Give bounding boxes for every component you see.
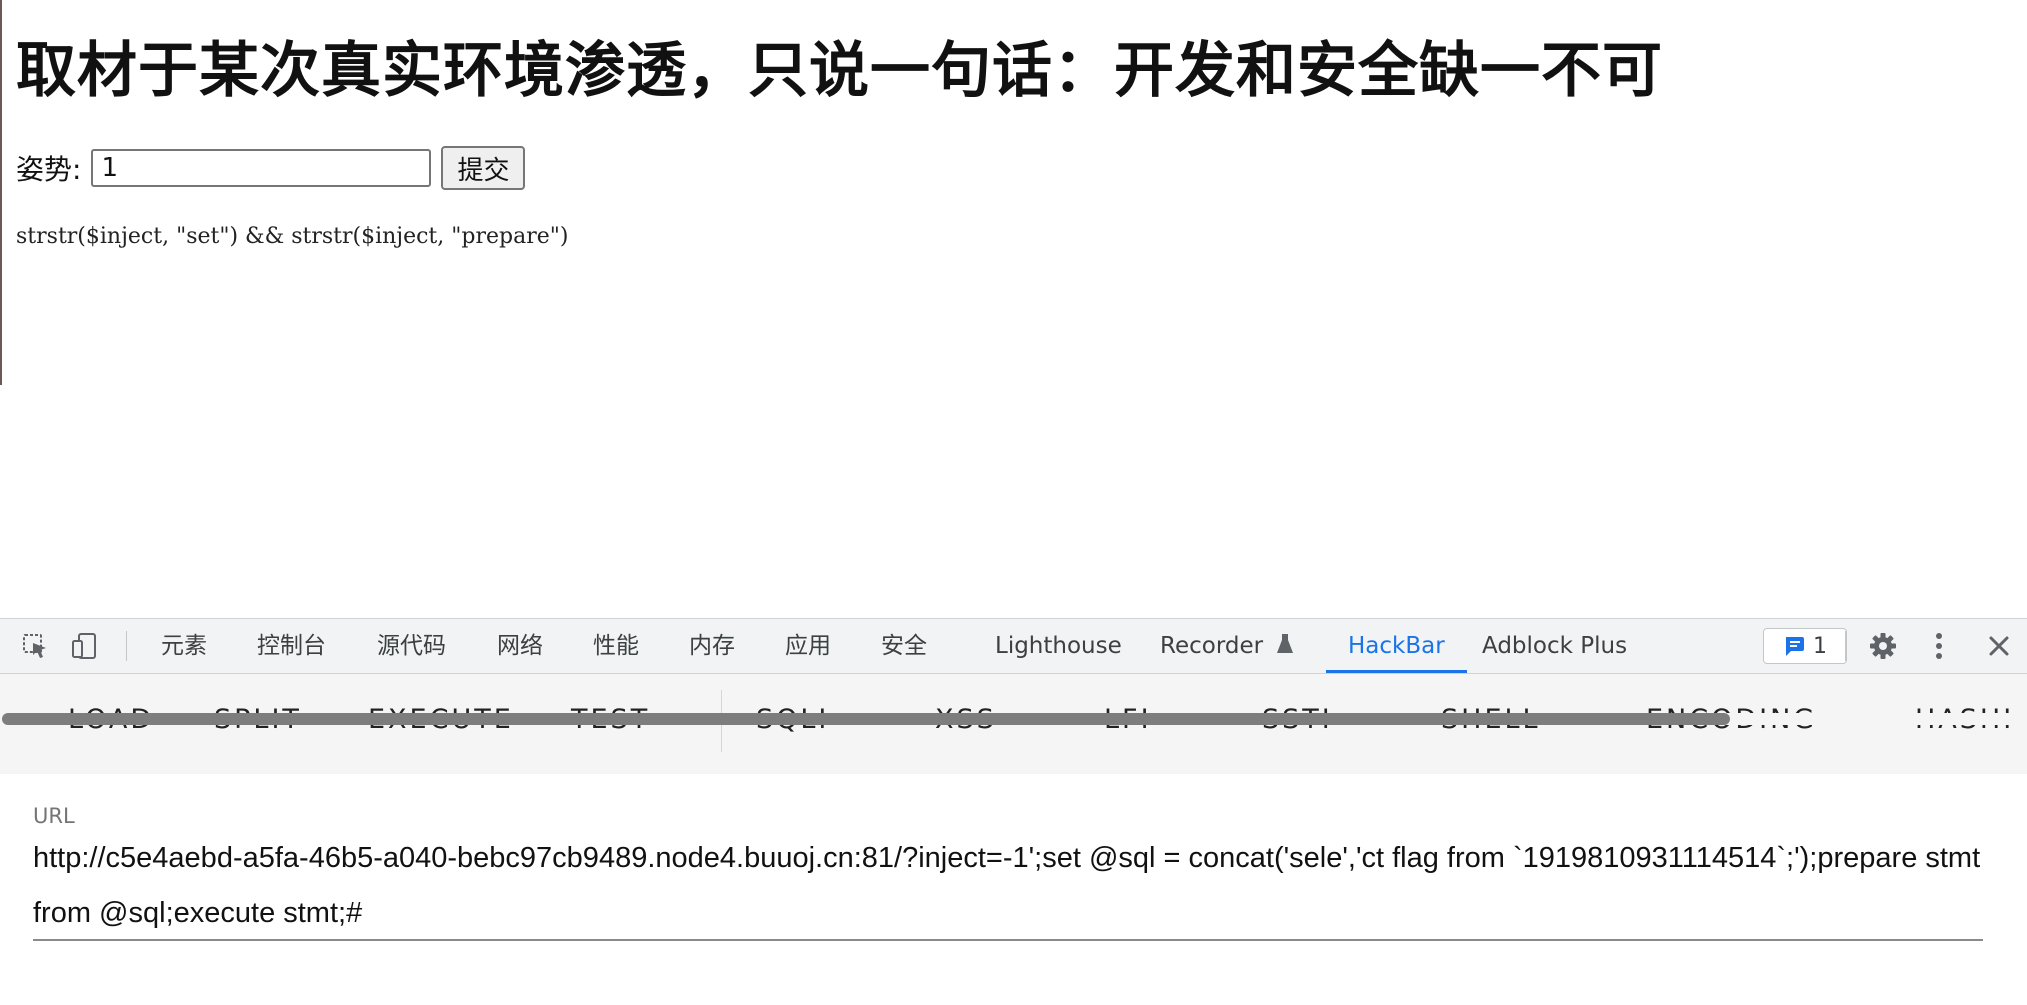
form-label: 姿势: bbox=[16, 153, 82, 186]
url-label: URL bbox=[33, 804, 75, 828]
devtools-panel: 元素 控制台 源代码 网络 性能 内存 应用 安全 Lighthouse Rec… bbox=[0, 618, 2027, 1005]
tab-network[interactable]: 网络 bbox=[497, 619, 543, 673]
device-toggle-icon[interactable] bbox=[70, 631, 100, 661]
devtools-tabbar: 元素 控制台 源代码 网络 性能 内存 应用 安全 Lighthouse Rec… bbox=[0, 619, 2027, 674]
tab-adblock-plus[interactable]: Adblock Plus bbox=[1482, 619, 1627, 673]
tab-performance[interactable]: 性能 bbox=[593, 619, 639, 673]
close-icon[interactable] bbox=[1984, 631, 2014, 661]
issues-badge[interactable]: 1 bbox=[1763, 628, 1847, 664]
filter-code-hint: strstr($inject, "set") && strstr($inject… bbox=[16, 224, 569, 249]
url-textarea[interactable]: http://c5e4aebd-a5fa-46b5-a040-bebc97cb9… bbox=[33, 831, 1983, 941]
issues-icon bbox=[1786, 637, 1804, 656]
tab-elements[interactable]: 元素 bbox=[161, 619, 207, 673]
toolbar-scrollbar-thumb[interactable] bbox=[2, 713, 1730, 725]
more-icon[interactable] bbox=[1924, 631, 1954, 661]
window-edge bbox=[0, 0, 2, 385]
tab-security[interactable]: 安全 bbox=[881, 619, 927, 673]
tab-console[interactable]: 控制台 bbox=[257, 619, 326, 673]
page-content: 取材于某次真实环境渗透，只说一句话：开发和安全缺一不可 姿势: 提交 strst… bbox=[16, 0, 2006, 618]
flask-icon bbox=[1277, 634, 1294, 653]
gear-icon[interactable] bbox=[1868, 631, 1898, 661]
issues-count: 1 bbox=[1813, 633, 1827, 659]
inject-form: 姿势: 提交 bbox=[16, 146, 526, 190]
submit-button[interactable]: 提交 bbox=[441, 146, 526, 190]
inject-input[interactable] bbox=[91, 149, 432, 187]
tab-hackbar[interactable]: HackBar bbox=[1326, 619, 1467, 673]
tab-recorder-label: Recorder bbox=[1160, 633, 1264, 659]
tab-application[interactable]: 应用 bbox=[785, 619, 831, 673]
tab-lighthouse[interactable]: Lighthouse bbox=[995, 619, 1122, 673]
tab-sources[interactable]: 源代码 bbox=[377, 619, 446, 673]
page: 取材于某次真实环境渗透，只说一句话：开发和安全缺一不可 姿势: 提交 strst… bbox=[0, 0, 2027, 1005]
tab-recorder[interactable]: Recorder bbox=[1160, 619, 1294, 673]
page-title: 取材于某次真实环境渗透，只说一句话：开发和安全缺一不可 bbox=[16, 36, 1663, 106]
url-field-underline bbox=[33, 939, 1983, 941]
tabbar-separator bbox=[1845, 631, 1846, 661]
tabbar-separator bbox=[126, 631, 127, 661]
inspect-icon[interactable] bbox=[20, 631, 50, 661]
tab-memory[interactable]: 内存 bbox=[689, 619, 735, 673]
